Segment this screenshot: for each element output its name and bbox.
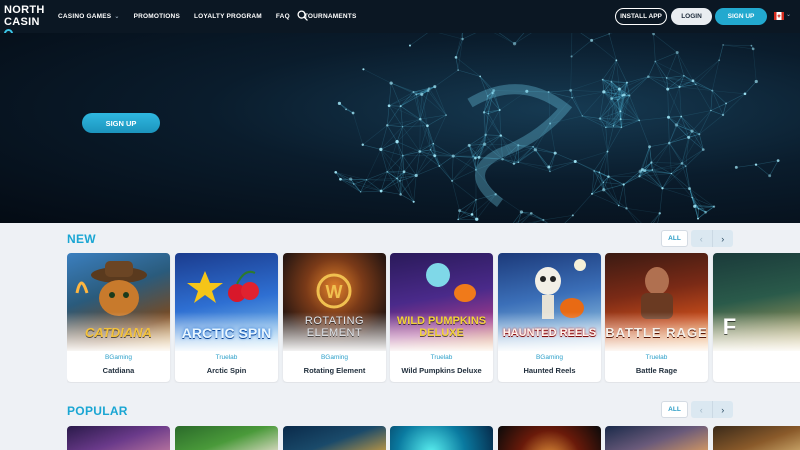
game-provider: Truelab [215,354,238,361]
canada-flag-icon[interactable] [774,12,784,20]
prev-arrow-icon[interactable]: ‹ [691,230,712,247]
game-name: Rotating Element [303,366,366,375]
popular-game-thumbnail[interactable] [713,426,800,450]
game-card-catdiana[interactable]: CATDIANA BGaming Catdiana [67,253,170,382]
game-name: Arctic Spin [206,366,247,375]
svg-text:W: W [326,282,343,302]
popular-game-thumbnail[interactable] [175,426,278,450]
language-chevron-icon[interactable]: ⌄ [786,11,791,18]
game-art-title: HAUNTED REELS [502,327,597,339]
section-title-popular: POPULAR [67,404,128,418]
game-provider: BGaming [535,354,564,361]
game-provider: Truelab [645,354,668,361]
next-arrow-icon[interactable]: › [711,230,734,247]
game-art-title: BATTLE RAGE [605,325,708,340]
nav-tournaments[interactable]: TOURNAMENTS [304,13,357,20]
popular-game-thumbnail[interactable] [605,426,708,450]
game-name: Wild Pumpkins Deluxe [401,366,482,375]
hero-signup-button[interactable]: SIGN UP [82,113,160,133]
login-button[interactable]: LOGIN [671,8,712,25]
logo-text-bottom: CASIN [4,16,40,28]
game-provider: Truelab [430,354,453,361]
game-card-haunted-reels[interactable]: HAUNTED REELS BGaming Haunted Reels [498,253,601,382]
nav-loyalty-program[interactable]: LOYALTY PROGRAM [194,13,262,20]
game-name: Battle Rage [635,366,678,375]
game-thumbnail: W ROTATING ELEMENT [283,253,386,351]
search-icon[interactable] [297,10,308,21]
game-card-battle-rage[interactable]: BATTLE RAGE Truelab Battle Rage [605,253,708,382]
popular-games-row [67,426,800,450]
game-art-title: CATDIANA [85,325,152,340]
header-signup-button[interactable]: SIGN UP [715,8,767,25]
game-art-title: ROTATING ELEMENT [304,315,365,339]
hero-banner: SIGN UP [0,33,800,223]
game-thumbnail: WILD PUMPKINS DELUXE [390,253,493,351]
new-games-row: CATDIANA BGaming Catdiana ARCTIC SPIN Tr… [67,253,800,383]
new-pager: ‹ › [691,230,733,247]
north-casino-logo[interactable]: NORTH CASIN [4,4,48,38]
logo-text-top: NORTH [4,4,45,16]
game-art-title: F [722,314,737,339]
nav-faq[interactable]: FAQ [276,13,290,20]
popular-game-thumbnail[interactable] [390,426,493,450]
prev-arrow-icon[interactable]: ‹ [691,401,712,418]
game-provider: BGaming [320,354,349,361]
game-provider: BGaming [104,354,133,361]
nav-casino-games[interactable]: CASINO GAMES ⌄ [58,13,120,20]
game-thumbnail: CATDIANA [67,253,170,351]
new-all-button[interactable]: ALL [661,230,688,247]
game-card-rotating-element[interactable]: W ROTATING ELEMENT BGaming Rotating Elem… [283,253,386,382]
install-app-button[interactable]: INSTALL APP [615,8,667,25]
game-card-wild-pumpkins-deluxe[interactable]: WILD PUMPKINS DELUXE Truelab Wild Pumpki… [390,253,493,382]
game-name: Catdiana [102,366,135,375]
game-art-title: ARCTIC SPIN [181,325,272,341]
game-thumbnail: ARCTIC SPIN [175,253,278,351]
main-nav: CASINO GAMES ⌄ PROMOTIONS LOYALTY PROGRAM… [58,0,356,33]
game-name: Haunted Reels [523,366,576,375]
popular-all-button[interactable]: ALL [661,401,688,418]
section-title-new: NEW [67,232,96,246]
popular-pager: ‹ › [691,401,733,418]
site-header: NORTH CASIN CASINO GAMES ⌄ PROMOTIONS LOY… [0,0,800,38]
popular-game-thumbnail[interactable] [67,426,170,450]
game-art-title: WILD PUMPKINS DELUXE [396,315,487,339]
chevron-down-icon: ⌄ [114,14,120,20]
nav-promotions[interactable]: PROMOTIONS [134,13,180,20]
game-card-arctic-spin[interactable]: ARCTIC SPIN Truelab Arctic Spin [175,253,278,382]
game-card-partial[interactable]: F [713,253,800,382]
popular-game-thumbnail[interactable] [498,426,601,450]
next-arrow-icon[interactable]: › [711,401,734,418]
popular-game-thumbnail[interactable] [283,426,386,450]
game-thumbnail: F [713,253,800,351]
game-thumbnail: BATTLE RAGE [605,253,708,351]
game-thumbnail: HAUNTED REELS [498,253,601,351]
